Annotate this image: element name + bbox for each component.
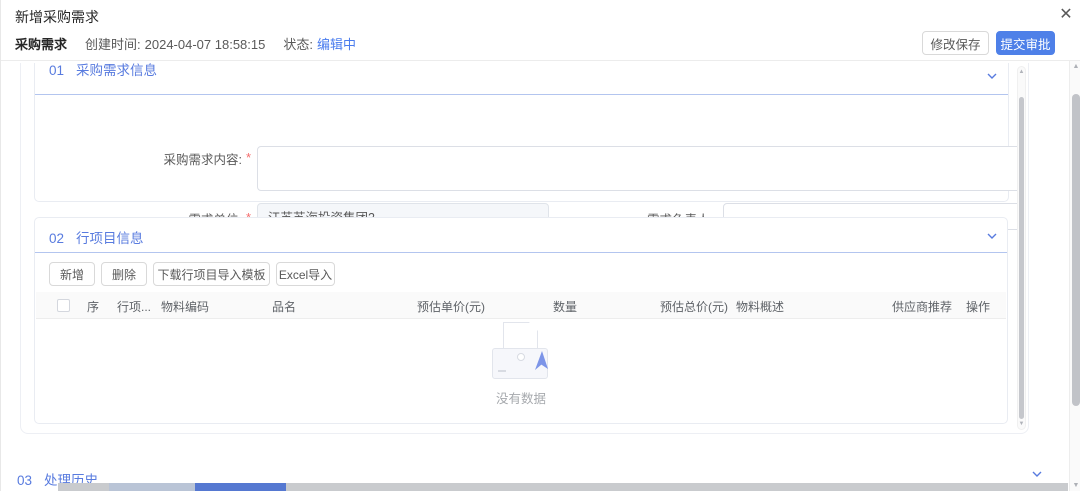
col-material-code: 物料编码 bbox=[161, 298, 209, 315]
table-header-row: 序 行项... 物料编码 品名 预估单价(元) 数量 预估总价(元) 物料概述 … bbox=[36, 292, 1006, 319]
doc-type-title: 采购需求 bbox=[15, 34, 67, 53]
col-quantity: 数量 bbox=[553, 298, 577, 315]
required-mark: * bbox=[246, 150, 251, 165]
content-viewport: 01采购需求信息 采购需求内容: * 需求单位: * 需求负责人: 02行项目信… bbox=[1, 63, 1069, 491]
scroll-down-icon[interactable]: ▼ bbox=[1070, 482, 1080, 489]
col-actions: 操作 bbox=[966, 298, 990, 315]
scroll-up-icon[interactable]: ▲ bbox=[1018, 69, 1025, 75]
content-label: 采购需求内容: bbox=[115, 149, 242, 168]
section-01-underline bbox=[35, 94, 1008, 95]
section-01-body: 采购需求内容: * 需求单位: * 需求负责人: bbox=[35, 110, 1010, 202]
chevron-down-icon[interactable] bbox=[1031, 468, 1043, 480]
section-01-header: 01采购需求信息 bbox=[49, 63, 157, 79]
scroll-down-icon[interactable]: ▼ bbox=[1018, 421, 1025, 427]
excel-import-button[interactable]: Excel导入 bbox=[276, 262, 335, 286]
empty-box-icon bbox=[491, 322, 551, 380]
col-product-name: 品名 bbox=[272, 298, 296, 315]
delete-row-button[interactable]: 删除 bbox=[101, 262, 147, 286]
created-time: 创建时间:2024-04-07 18:58:15 bbox=[85, 34, 265, 53]
status-value-link[interactable]: 编辑中 bbox=[317, 37, 356, 52]
add-row-button[interactable]: 新增 bbox=[49, 262, 95, 286]
section-01-box: 01采购需求信息 采购需求内容: * 需求单位: * 需求负责人: bbox=[34, 63, 1009, 202]
col-est-total-price: 预估总价(元) bbox=[660, 298, 728, 315]
section-02-header: 02行项目信息 bbox=[49, 227, 144, 247]
empty-state: 没有数据 bbox=[35, 322, 1007, 407]
chevron-down-icon[interactable] bbox=[986, 230, 998, 242]
new-purchase-request-modal: 新增采购需求 ✕ 采购需求 创建时间:2024-04-07 18:58:15 状… bbox=[0, 0, 1080, 491]
hscroll-segment bbox=[109, 483, 195, 491]
submit-approval-button[interactable]: 提交审批 bbox=[996, 31, 1055, 55]
hscroll-thumb[interactable] bbox=[195, 483, 286, 491]
chevron-down-icon[interactable] bbox=[986, 70, 998, 82]
content-textarea[interactable] bbox=[257, 146, 1023, 191]
col-line-item: 行项... bbox=[117, 298, 151, 315]
inner-vertical-scrollbar[interactable]: ▲ ▼ bbox=[1017, 66, 1026, 430]
close-icon[interactable]: ✕ bbox=[1055, 4, 1077, 26]
outer-vertical-scrollbar[interactable]: ▲ ▼ bbox=[1069, 61, 1080, 491]
scroll-up-icon[interactable]: ▲ bbox=[1070, 63, 1080, 70]
status: 状态:编辑中 bbox=[283, 34, 356, 53]
col-est-unit-price: 预估单价(元) bbox=[417, 298, 485, 315]
col-seq: 序 bbox=[87, 298, 99, 315]
document-header: 采购需求 创建时间:2024-04-07 18:58:15 状态:编辑中 bbox=[15, 34, 356, 53]
download-template-button[interactable]: 下载行项目导入模板 bbox=[153, 262, 270, 286]
modal-title: 新增采购需求 bbox=[15, 7, 99, 27]
col-material-desc: 物料概述 bbox=[736, 298, 784, 315]
section-02-box: 02行项目信息 新增 删除 下载行项目导入模板 Excel导入 序 行项... … bbox=[34, 217, 1008, 424]
cursor-icon bbox=[529, 350, 551, 374]
empty-text: 没有数据 bbox=[35, 388, 1007, 407]
section-02-underline bbox=[35, 252, 1007, 253]
inner-scrollbar-thumb[interactable] bbox=[1019, 97, 1024, 419]
header-divider bbox=[1, 60, 1080, 61]
col-supplier-recommend: 供应商推荐 bbox=[892, 298, 952, 315]
outer-scrollbar-thumb[interactable] bbox=[1072, 94, 1080, 406]
select-all-checkbox[interactable] bbox=[57, 299, 70, 312]
horizontal-scrollbar[interactable] bbox=[58, 483, 1068, 491]
save-button[interactable]: 修改保存 bbox=[922, 31, 989, 55]
